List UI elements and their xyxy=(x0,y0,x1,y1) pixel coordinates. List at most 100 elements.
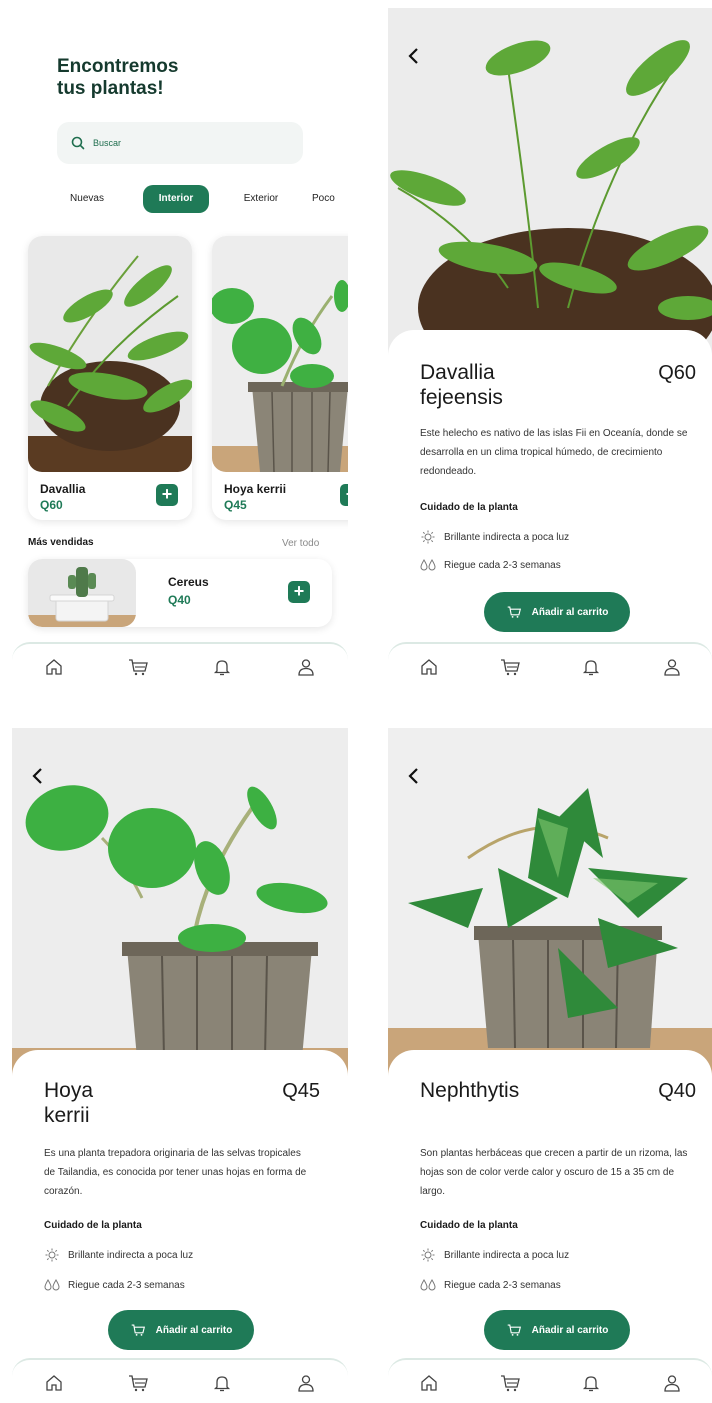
add-to-cart-button[interactable]: Añadir al carrito xyxy=(108,1310,254,1350)
nephthytis-photo xyxy=(388,728,712,1078)
best-seller-price: Q40 xyxy=(168,593,191,607)
care-water-text: Riegue cada 2-3 semanas xyxy=(444,1279,561,1291)
bottom-nav xyxy=(12,642,348,690)
search-placeholder: Buscar xyxy=(93,138,122,148)
care-water: Riegue cada 2-3 semanas xyxy=(420,1278,561,1292)
card-name: Hoya kerrii xyxy=(224,482,287,496)
cart-icon[interactable] xyxy=(498,655,522,679)
card-name: Davallia xyxy=(40,482,86,496)
plant-price: Q60 xyxy=(658,362,696,384)
bell-icon[interactable] xyxy=(210,1371,234,1395)
best-seller-item[interactable]: Cereus Q40 + xyxy=(28,559,332,627)
plant-name: Nephthytis xyxy=(420,1078,620,1103)
cart-button-label: Añadir al carrito xyxy=(531,606,609,618)
detail-screen-nephthytis: Nephthytis Q40 Son plantas herbáceas que… xyxy=(388,728,712,1402)
bell-icon[interactable] xyxy=(579,1371,603,1395)
care-water: Riegue cada 2-3 semanas xyxy=(44,1278,185,1292)
plant-name-line-1: Nephthytis xyxy=(420,1079,520,1102)
care-light-text: Brillante indirecta a poca luz xyxy=(444,1249,570,1261)
care-title: Cuidado de la planta xyxy=(44,1220,142,1231)
cart-button-label: Añadir al carrito xyxy=(155,1324,233,1336)
add-to-cart-button[interactable]: + xyxy=(340,484,348,506)
care-water-text: Riegue cada 2-3 semanas xyxy=(444,559,561,571)
tab-nuevas[interactable]: Nuevas xyxy=(57,185,117,213)
care-light-text: Brillante indirecta a poca luz xyxy=(444,531,570,543)
title-line-2: tus plantas! xyxy=(57,78,164,99)
best-seller-name: Cereus xyxy=(168,575,209,589)
water-drops-icon xyxy=(420,558,436,572)
cart-icon xyxy=(507,1324,521,1336)
detail-sheet: Nephthytis Q40 Son plantas herbáceas que… xyxy=(388,1050,712,1402)
cart-icon xyxy=(131,1324,145,1336)
cart-icon xyxy=(507,606,521,618)
detail-screen-davallia: Davallia fejeensis Q60 Este helecho es n… xyxy=(388,8,712,690)
cart-icon[interactable] xyxy=(126,655,150,679)
page-title: Encontremos tus plantas! xyxy=(57,56,257,100)
user-icon[interactable] xyxy=(294,655,318,679)
user-icon[interactable] xyxy=(294,1371,318,1395)
hoya-image xyxy=(212,236,348,472)
tab-exterior[interactable]: Exterior xyxy=(229,185,293,213)
tab-poco[interactable]: Poco xyxy=(312,185,348,213)
care-title: Cuidado de la planta xyxy=(420,1220,518,1231)
search-icon xyxy=(71,136,85,150)
back-icon[interactable] xyxy=(28,766,48,786)
care-water: Riegue cada 2-3 semanas xyxy=(420,558,561,572)
home-icon[interactable] xyxy=(417,1371,441,1395)
home-screen: Encontremos tus plantas! Buscar Nuevas I… xyxy=(12,8,348,690)
cart-icon[interactable] xyxy=(126,1371,150,1395)
product-card-davallia[interactable]: Davallia Q60 + xyxy=(28,236,192,520)
plant-name: Hoya kerrii xyxy=(44,1078,184,1128)
home-icon[interactable] xyxy=(42,1371,66,1395)
back-icon[interactable] xyxy=(404,766,424,786)
back-icon[interactable] xyxy=(404,46,424,66)
user-icon[interactable] xyxy=(660,1371,684,1395)
product-card-hoya[interactable]: Hoya kerrii Q45 + xyxy=(212,236,348,520)
title-line-1: Encontremos xyxy=(57,56,179,77)
plant-name-line-1: Davallia xyxy=(420,361,495,384)
hoya-photo xyxy=(12,728,348,1078)
cart-button-label: Añadir al carrito xyxy=(531,1324,609,1336)
add-to-cart-button[interactable]: + xyxy=(288,581,310,603)
plant-name-line-2: kerrii xyxy=(44,1104,90,1127)
bell-icon[interactable] xyxy=(579,655,603,679)
care-water-text: Riegue cada 2-3 semanas xyxy=(68,1279,185,1291)
care-light: Brillante indirecta a poca luz xyxy=(420,530,569,544)
plant-description: Son plantas herbáceas que crecen a parti… xyxy=(420,1148,688,1197)
add-to-cart-button[interactable]: Añadir al carrito xyxy=(484,1310,630,1350)
plant-name-line-2: fejeensis xyxy=(420,386,503,409)
detail-sheet: Davallia fejeensis Q60 Este helecho es n… xyxy=(388,330,712,690)
care-light: Brillante indirecta a poca luz xyxy=(420,1248,569,1262)
category-tabs: Nuevas Interior Exterior Poco xyxy=(57,185,348,215)
sun-icon xyxy=(420,530,436,544)
cart-icon[interactable] xyxy=(498,1371,522,1395)
sun-icon xyxy=(44,1248,60,1262)
best-sellers-heading: Más vendidas xyxy=(28,537,94,548)
water-drops-icon xyxy=(420,1278,436,1292)
plant-name-line-1: Hoya xyxy=(44,1079,94,1102)
bell-icon[interactable] xyxy=(210,655,234,679)
water-drops-icon xyxy=(44,1278,60,1292)
bottom-nav xyxy=(12,1358,348,1402)
care-light-text: Brillante indirecta a poca luz xyxy=(68,1249,194,1261)
plant-description: Es una planta trepadora originaria de la… xyxy=(44,1148,307,1197)
care-title: Cuidado de la planta xyxy=(420,502,518,513)
davallia-image xyxy=(28,236,192,472)
tab-interior[interactable]: Interior xyxy=(143,185,209,213)
bottom-nav xyxy=(388,1358,712,1402)
plant-price: Q40 xyxy=(658,1080,696,1102)
add-to-cart-button[interactable]: Añadir al carrito xyxy=(484,592,630,632)
cereus-image xyxy=(28,559,136,627)
plant-price: Q45 xyxy=(282,1080,320,1102)
card-price: Q45 xyxy=(224,498,247,512)
home-icon[interactable] xyxy=(417,655,441,679)
sun-icon xyxy=(420,1248,436,1262)
home-icon[interactable] xyxy=(42,655,66,679)
search-input[interactable]: Buscar xyxy=(57,122,303,164)
plant-name: Davallia fejeensis xyxy=(420,360,560,410)
care-light: Brillante indirecta a poca luz xyxy=(44,1248,193,1262)
see-all-link[interactable]: Ver todo xyxy=(282,538,319,549)
user-icon[interactable] xyxy=(660,655,684,679)
davallia-photo xyxy=(388,8,712,358)
add-to-cart-button[interactable]: + xyxy=(156,484,178,506)
